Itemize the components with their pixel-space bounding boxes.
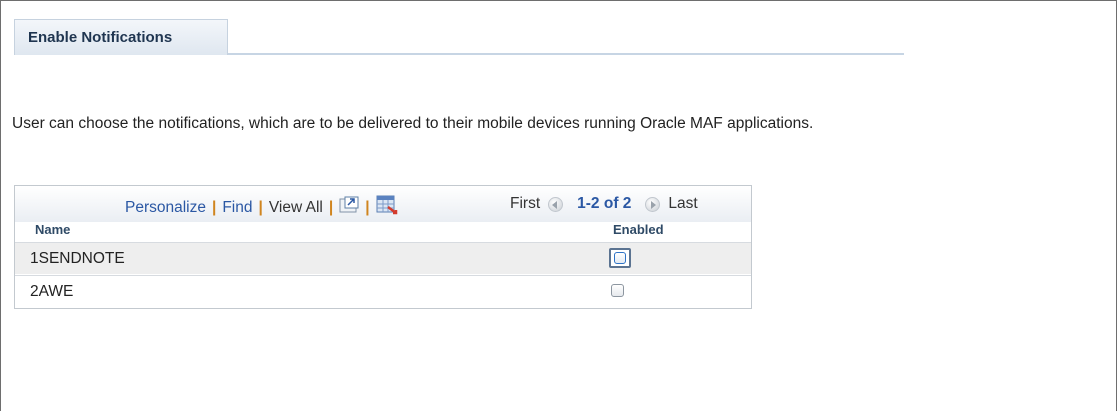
table-row: 1SENDNOTE bbox=[15, 242, 751, 274]
view-all-link[interactable]: View All bbox=[269, 199, 323, 217]
personalize-link[interactable]: Personalize bbox=[125, 199, 206, 217]
notifications-grid: Personalize | Find | View All | | First … bbox=[14, 185, 752, 309]
notification-name: 2AWE bbox=[30, 283, 74, 300]
separator: | bbox=[258, 198, 263, 216]
zoom-icon[interactable] bbox=[339, 196, 359, 219]
first-link[interactable]: First bbox=[510, 195, 540, 213]
next-icon[interactable] bbox=[645, 196, 661, 212]
column-header-name[interactable]: Name bbox=[35, 222, 70, 237]
grid-nav-links: Personalize | Find | View All | | bbox=[125, 195, 398, 220]
tab-underline bbox=[228, 53, 904, 55]
separator: | bbox=[328, 198, 334, 216]
separator: | bbox=[212, 198, 217, 216]
last-link[interactable]: Last bbox=[668, 195, 697, 213]
column-header-enabled[interactable]: Enabled bbox=[613, 222, 664, 237]
separator: | bbox=[365, 198, 370, 216]
download-spreadsheet-icon[interactable] bbox=[376, 195, 398, 220]
enabled-checkbox[interactable] bbox=[609, 248, 631, 268]
page-description: User can choose the notifications, which… bbox=[12, 115, 814, 132]
table-row: 2AWE bbox=[15, 275, 751, 307]
previous-icon[interactable] bbox=[548, 196, 564, 212]
grid-toolbar: Personalize | Find | View All | | First … bbox=[15, 186, 751, 222]
row-count: 1-2 of 2 bbox=[577, 195, 632, 212]
enabled-checkbox[interactable] bbox=[611, 284, 624, 297]
grid-pager: First 1-2 of 2 Last bbox=[510, 195, 698, 213]
tab-enable-notifications[interactable]: Enable Notifications bbox=[14, 19, 228, 55]
find-link[interactable]: Find bbox=[222, 199, 252, 217]
notification-name: 1SENDNOTE bbox=[30, 250, 125, 267]
